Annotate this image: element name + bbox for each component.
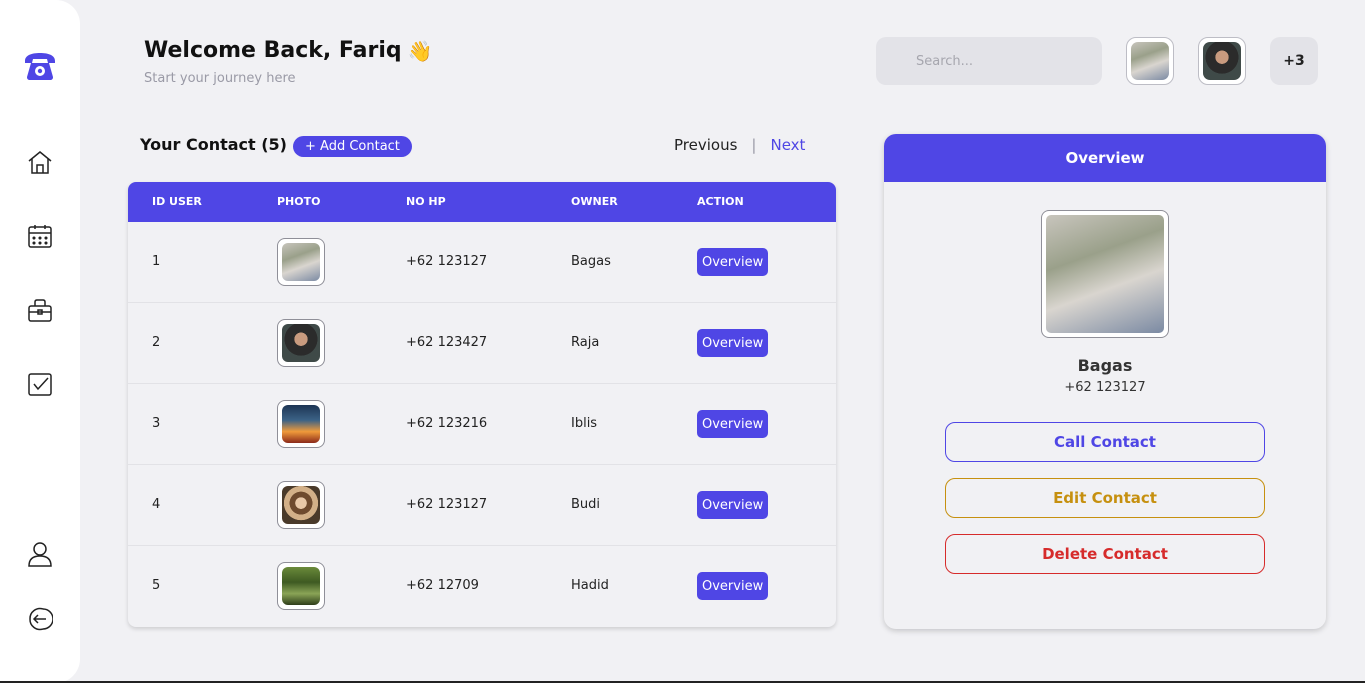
briefcase-svg — [28, 299, 52, 322]
page-title: Welcome Back, Fariq 👋 — [144, 38, 433, 63]
pagination-separator: | — [751, 136, 757, 154]
forest-photo — [282, 567, 320, 605]
cell-phone: +62 123127 — [406, 497, 488, 512]
column-header-action: ACTION — [697, 195, 744, 208]
overview-button[interactable]: Overview — [697, 329, 769, 357]
street-woman-photo — [1046, 215, 1164, 333]
table-row: 3 +62 123216 Iblis Overview — [128, 384, 836, 465]
table-row: 1 +62 123127 Bagas Overview — [128, 222, 836, 303]
home-svg — [28, 151, 52, 174]
logout-svg — [29, 607, 53, 631]
cell-owner: Budi — [571, 497, 601, 512]
edit-contact-button[interactable]: Edit Contact — [945, 478, 1265, 518]
user-icon[interactable] — [26, 540, 54, 568]
next-page-button[interactable]: Next — [770, 136, 805, 154]
man-portrait-photo — [282, 324, 320, 362]
sidebar — [0, 0, 80, 683]
table-row: 4 +62 123127 Budi Overview — [128, 465, 836, 546]
table-row: 5 +62 12709 Hadid Overview — [128, 546, 836, 627]
column-header-id: ID USER — [152, 195, 202, 208]
table-header: ID USER PHOTO NO HP OWNER ACTION — [128, 182, 836, 222]
cell-id: 5 — [152, 578, 161, 593]
contact-list-title: Your Contact (5) — [140, 135, 287, 154]
calendar-svg — [28, 225, 52, 248]
contact-photo — [277, 400, 325, 448]
wave-emoji: 👋 — [407, 38, 433, 63]
avatar[interactable] — [1198, 37, 1246, 85]
column-header-phone: NO HP — [406, 195, 446, 208]
cell-id: 4 — [152, 497, 161, 512]
overview-button[interactable]: Overview — [697, 410, 769, 438]
page-subtitle: Start your journey here — [144, 71, 296, 86]
overview-button[interactable]: Overview — [697, 572, 769, 600]
user-svg — [28, 542, 52, 567]
cell-id: 2 — [152, 335, 161, 350]
search-input[interactable] — [876, 37, 1102, 85]
contact-photo — [277, 238, 325, 286]
checkbox-icon[interactable] — [26, 370, 54, 398]
add-contact-button[interactable]: + Add Contact — [293, 136, 412, 157]
delete-contact-button[interactable]: Delete Contact — [945, 534, 1265, 574]
overview-title: Overview — [884, 134, 1326, 182]
cell-phone: +62 123216 — [406, 416, 488, 431]
cell-phone: +62 123427 — [406, 335, 488, 350]
table-row: 2 +62 123427 Raja Overview — [128, 303, 836, 384]
cell-id: 1 — [152, 254, 161, 269]
logout-icon[interactable] — [26, 605, 54, 633]
overview-panel: Overview Bagas +62 123127 Call Contact E… — [884, 134, 1326, 629]
woman-cafe-photo — [282, 486, 320, 524]
avatar[interactable] — [1126, 37, 1174, 85]
overview-button[interactable]: Overview — [697, 491, 769, 519]
welcome-text: Welcome Back, Fariq — [144, 38, 402, 63]
pagination: Previous | Next — [674, 136, 805, 154]
cell-owner: Hadid — [571, 578, 609, 593]
previous-page-button[interactable]: Previous — [674, 136, 737, 154]
call-contact-button[interactable]: Call Contact — [945, 422, 1265, 462]
briefcase-icon[interactable] — [26, 296, 54, 324]
cell-phone: +62 12709 — [406, 578, 479, 593]
contact-photo — [277, 319, 325, 367]
phone-logo-icon[interactable] — [22, 48, 58, 84]
contact-photo — [277, 562, 325, 610]
cell-phone: +62 123127 — [406, 254, 488, 269]
cell-owner: Iblis — [571, 416, 598, 431]
overview-name: Bagas — [1077, 356, 1133, 375]
cell-owner: Raja — [571, 335, 600, 350]
checkbox-svg — [28, 373, 52, 396]
cell-owner: Bagas — [571, 254, 611, 269]
overview-phone: +62 123127 — [1064, 380, 1146, 395]
column-header-photo: PHOTO — [277, 195, 321, 208]
contact-photo — [277, 481, 325, 529]
calendar-icon[interactable] — [26, 222, 54, 250]
street-woman-photo — [1131, 42, 1169, 80]
cell-id: 3 — [152, 416, 161, 431]
overview-button[interactable]: Overview — [697, 248, 769, 276]
contact-table: ID USER PHOTO NO HP OWNER ACTION 1 +62 1… — [128, 182, 836, 627]
more-avatars-badge[interactable]: +3 — [1270, 37, 1318, 85]
man-portrait-photo — [1203, 42, 1241, 80]
column-header-owner: OWNER — [571, 195, 618, 208]
sunset-silhouette-photo — [282, 405, 320, 443]
overview-photo — [1041, 210, 1169, 338]
home-icon[interactable] — [26, 148, 54, 176]
street-woman-photo — [282, 243, 320, 281]
phone-logo-svg — [25, 53, 55, 80]
